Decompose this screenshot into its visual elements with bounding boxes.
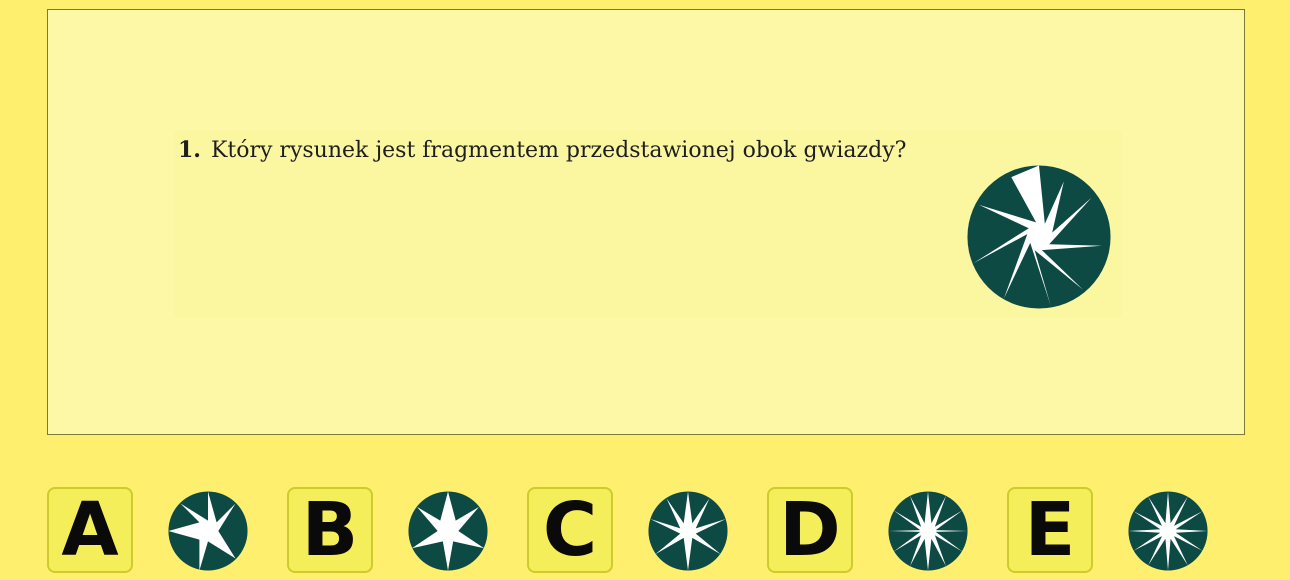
answer-b-figure-icon[interactable] xyxy=(405,488,491,574)
question-text: Który rysunek jest fragmentem przedstawi… xyxy=(210,138,907,163)
answer-d-figure-icon[interactable] xyxy=(885,488,971,574)
answer-a-figure-icon[interactable] xyxy=(165,488,251,574)
answer-e-button[interactable]: E xyxy=(1007,487,1093,573)
answer-c-button[interactable]: C xyxy=(527,487,613,573)
answer-c-figure-icon[interactable] xyxy=(645,488,731,574)
question-text-line: 1. Który rysunek jest fragmentem przedsta… xyxy=(178,137,906,163)
question-number: 1. xyxy=(178,137,201,163)
answer-a-button[interactable]: A xyxy=(47,487,133,573)
answer-d-button[interactable]: D xyxy=(767,487,853,573)
answer-b-button[interactable]: B xyxy=(287,487,373,573)
answers-row: A B C D E xyxy=(47,487,1247,575)
star-figure-icon xyxy=(967,165,1111,309)
question-panel: 1. Który rysunek jest fragmentem przedsta… xyxy=(47,9,1245,435)
answer-e-figure-icon[interactable] xyxy=(1125,488,1211,574)
